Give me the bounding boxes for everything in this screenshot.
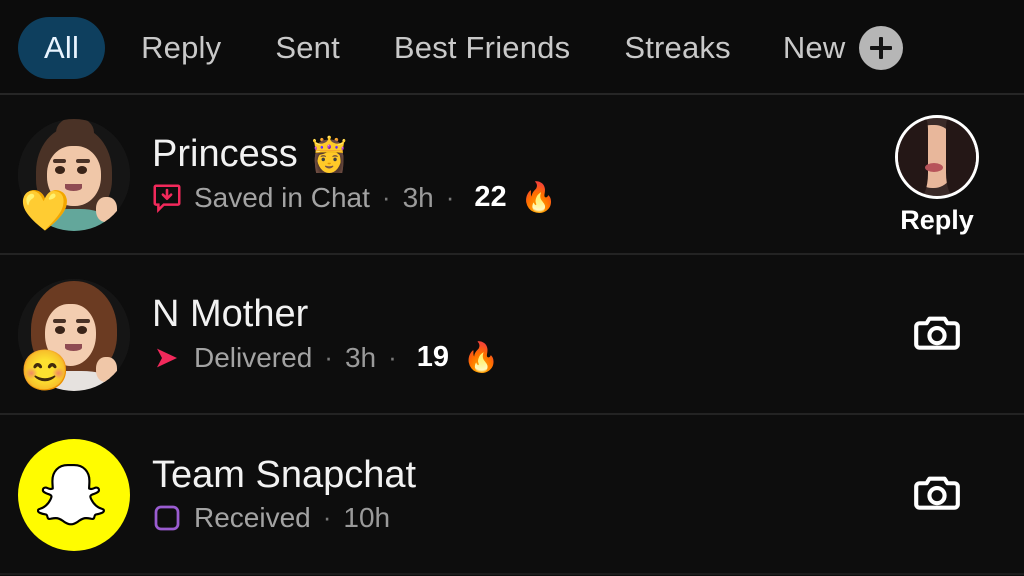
- new-chat-label: New: [782, 29, 846, 65]
- chat-row-team-snapchat[interactable]: Team Snapchat Received · 10h: [0, 415, 1024, 575]
- tab-all[interactable]: All: [18, 16, 106, 79]
- fire-icon: 🔥: [520, 181, 557, 214]
- streak-count: 22: [474, 181, 507, 214]
- new-chat-button[interactable]: New: [782, 25, 904, 70]
- ghost-icon: [18, 439, 130, 551]
- avatar[interactable]: 😊: [18, 279, 130, 391]
- chat-subline: Saved in Chat · 3h · 22 🔥: [152, 181, 872, 215]
- separator-dot: ·: [445, 182, 455, 213]
- chat-subline: Received · 10h: [152, 502, 872, 534]
- chat-status: Delivered: [194, 341, 313, 373]
- chat-row-text: Princess 👸 Saved in Chat · 3h · 22 🔥: [152, 135, 872, 215]
- chat-row-text: Team Snapchat Received · 10h: [152, 456, 872, 534]
- chat-name-text: Princess: [152, 135, 298, 175]
- saved-in-chat-icon: [152, 183, 182, 213]
- chat-name-emoji: 👸: [308, 136, 351, 175]
- chat-name-text: Team Snapchat: [152, 456, 417, 496]
- chat-row-princess[interactable]: 💛 Princess 👸 Saved in Chat · 3h · 22 🔥 R…: [0, 95, 1024, 255]
- snapchat-chat-screen: All Reply Sent Best Friends Streaks New: [0, 0, 1024, 576]
- snapchat-logo-avatar: [18, 439, 130, 551]
- chat-name: Princess 👸: [152, 135, 872, 175]
- tab-streaks[interactable]: Streaks: [624, 30, 731, 66]
- camera-action[interactable]: [872, 467, 1002, 524]
- streak-count: 19: [416, 341, 450, 374]
- avatar[interactable]: [18, 439, 130, 551]
- chat-row-text: N Mother Delivered · 3h · 19 🔥: [152, 295, 872, 375]
- tab-best-friends[interactable]: Best Friends: [394, 30, 570, 66]
- separator-dot: ·: [381, 182, 391, 213]
- chat-name: N Mother: [152, 295, 872, 335]
- reply-label: Reply: [900, 204, 974, 235]
- chat-timestamp: 10h: [343, 501, 391, 533]
- camera-icon[interactable]: [911, 307, 963, 364]
- separator-dot: ·: [324, 342, 333, 373]
- chat-filter-tabbar: All Reply Sent Best Friends Streaks New: [0, 0, 1024, 95]
- chat-status: Received: [194, 501, 311, 533]
- chat-timestamp: 3h: [402, 181, 434, 213]
- fire-icon: 🔥: [463, 341, 500, 374]
- chat-subline: Delivered · 3h · 19 🔥: [152, 341, 872, 375]
- separator-dot: ·: [388, 342, 397, 373]
- chat-name: Team Snapchat: [152, 456, 872, 496]
- reply-action[interactable]: Reply: [872, 114, 1002, 236]
- tab-reply[interactable]: Reply: [141, 30, 221, 66]
- chat-name-text: N Mother: [152, 295, 309, 335]
- separator-dot: ·: [322, 502, 332, 533]
- delivered-arrow-icon: [152, 343, 182, 373]
- camera-icon[interactable]: [911, 467, 963, 524]
- camera-action[interactable]: [872, 307, 1002, 364]
- friend-emoji-badge: 💛: [20, 189, 70, 233]
- chat-timestamp: 3h: [344, 341, 377, 373]
- chat-row-n-mother[interactable]: 😊 N Mother Delivered · 3h · 19 🔥: [0, 255, 1024, 415]
- chat-status: Saved in Chat: [194, 181, 370, 213]
- avatar[interactable]: 💛: [18, 119, 130, 231]
- tab-sent[interactable]: Sent: [275, 30, 340, 66]
- reply-avatar-thumbnail[interactable]: [895, 114, 979, 199]
- plus-icon[interactable]: [859, 25, 904, 70]
- received-square-icon: [152, 503, 182, 533]
- friend-emoji-badge: 😊: [20, 349, 70, 393]
